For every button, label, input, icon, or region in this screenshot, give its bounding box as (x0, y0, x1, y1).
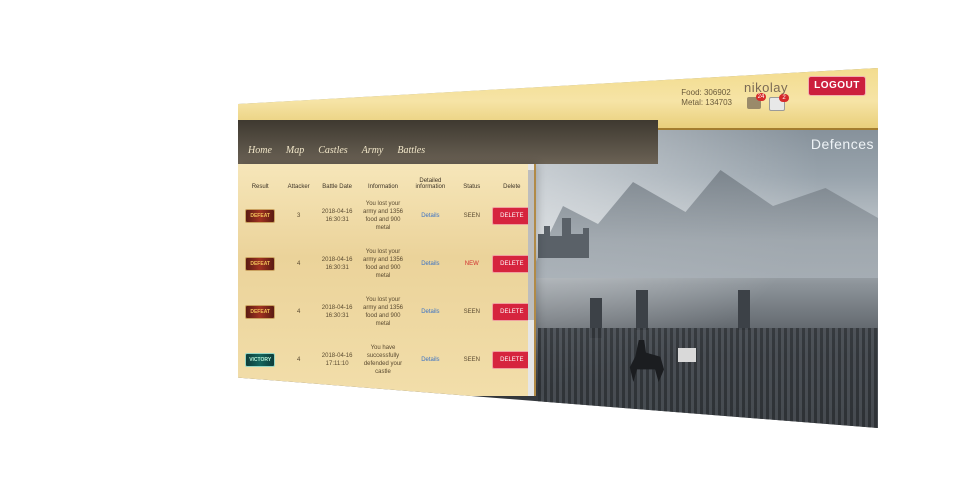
username: nikolay (744, 80, 788, 95)
information-cell: You lost your army and 1356 food and 900… (362, 249, 404, 279)
defeat-badge-icon: DEFEAT (245, 209, 276, 223)
nav-castles[interactable]: Castles (318, 145, 347, 156)
information-cell: You lost your army and 1356 food and 900… (362, 297, 404, 327)
mail-notification-icon[interactable]: 2 (769, 94, 789, 111)
col-result: Result (251, 184, 269, 190)
col-battle-date: Battle Date (322, 184, 352, 190)
table-header: Result Attacker Battle Date Information … (238, 164, 534, 192)
table-row: DEFEAT 3 2018-04-16 16:30:31 You lost yo… (238, 192, 534, 240)
status-cell: SEEN (463, 357, 480, 363)
food-count: Food: 306902 (681, 88, 731, 97)
defences-table-panel: Result Attacker Battle Date Information … (238, 164, 536, 396)
attacker-cell: 4 (296, 309, 301, 315)
table-row: VICTORY 4 2018-04-16 17:11:10 You have s… (238, 336, 534, 384)
defeat-badge-icon: DEFEAT (245, 305, 276, 319)
delete-button[interactable]: DELETE (492, 303, 532, 321)
app-window: Food: 306902 Metal: 134703 nikolay 24 2 … (238, 68, 878, 428)
victory-badge-icon: VICTORY (245, 353, 276, 367)
delete-button[interactable]: DELETE (492, 255, 532, 273)
delete-button[interactable]: DELETE (492, 207, 532, 225)
table-row: DEFEAT 4 2018-04-16 16:30:31 You lost yo… (238, 288, 534, 336)
attacker-cell: 4 (296, 261, 301, 267)
information-cell: You have successfully defended your cast… (363, 345, 403, 375)
notifications: 24 2 (738, 93, 794, 111)
status-cell: SEEN (463, 213, 480, 219)
col-status: Status (463, 184, 481, 190)
defences-table: Result Attacker Battle Date Information … (238, 164, 534, 384)
nav-battles[interactable]: Battles (397, 145, 425, 156)
details-link[interactable]: Details (421, 309, 439, 315)
attacker-cell: 3 (296, 213, 301, 219)
details-link[interactable]: Details (421, 261, 439, 267)
notification-badge: 24 (756, 93, 766, 101)
nav-home[interactable]: Home (248, 145, 272, 156)
attacker-cell: 4 (296, 357, 301, 363)
col-detailed-information: Detailed information (415, 178, 446, 190)
col-attacker: Attacker (287, 184, 310, 190)
flag-art (678, 348, 696, 362)
information-cell: You lost your army and 1356 food and 900… (362, 201, 404, 231)
table-row: DEFEAT 4 2018-04-16 16:30:31 You lost yo… (238, 240, 534, 288)
stage: Food: 306902 Metal: 134703 nikolay 24 2 … (0, 0, 976, 500)
vertical-scrollbar[interactable] (528, 164, 534, 396)
status-cell: NEW (464, 261, 479, 267)
battle-date-cell: 2018-04-16 17:11:10 (321, 353, 353, 367)
delete-button[interactable]: DELETE (492, 351, 532, 369)
shield-notification-icon[interactable]: 24 (747, 93, 766, 109)
main-nav: Home Map Castles Army Battles (238, 120, 658, 164)
logout-button[interactable]: LOGOUT (808, 76, 866, 96)
nav-items: Home Map Castles Army Battles (248, 145, 425, 156)
status-cell: SEEN (463, 309, 480, 315)
page-title: Defences (810, 136, 874, 152)
details-link[interactable]: Details (421, 357, 439, 363)
battle-date-cell: 2018-04-16 16:30:31 (321, 305, 353, 319)
battle-date-cell: 2018-04-16 16:30:31 (321, 257, 353, 271)
mountain-art (528, 170, 878, 278)
scrollbar-thumb[interactable] (528, 170, 534, 320)
army-art (538, 328, 878, 428)
mail-badge: 2 (779, 94, 789, 102)
col-information: Information (368, 184, 399, 190)
defeat-badge-icon: DEFEAT (245, 257, 276, 271)
user-info: nikolay 24 2 (738, 80, 794, 111)
battle-date-cell: 2018-04-16 16:30:31 (321, 209, 353, 223)
siege-tower-art (636, 290, 648, 330)
resources: Food: 306902 Metal: 134703 (681, 88, 732, 108)
nav-map[interactable]: Map (286, 145, 304, 156)
details-link[interactable]: Details (421, 213, 439, 219)
nav-army[interactable]: Army (362, 145, 384, 156)
metal-count: Metal: 134703 (681, 98, 732, 107)
siege-tower-art (738, 290, 750, 330)
